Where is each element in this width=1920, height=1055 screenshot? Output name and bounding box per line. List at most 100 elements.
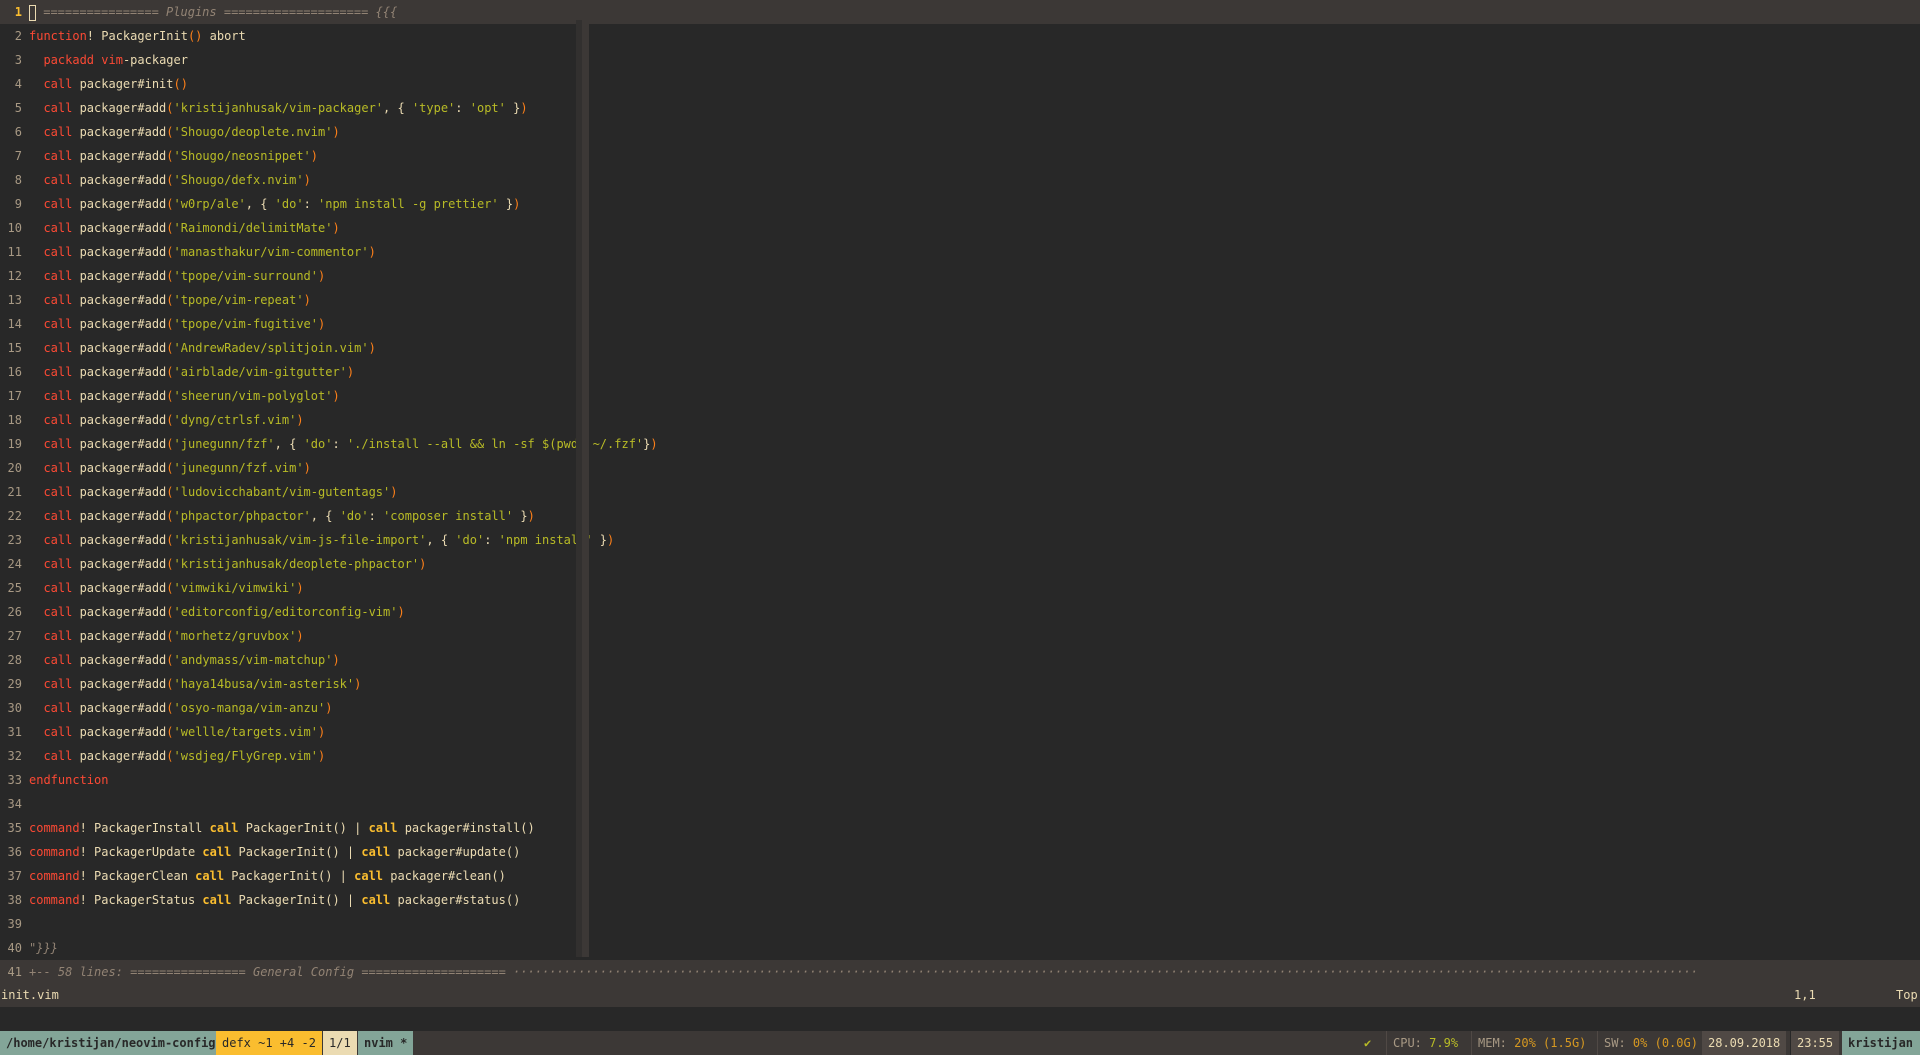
code-token: call [43, 677, 73, 691]
statusline-scroll-indicator: Top [1896, 988, 1918, 1002]
code-line[interactable]: 30 call packager#add('osyo-manga/vim-anz… [0, 696, 1920, 720]
code-token: 'kristijanhusak/deoplete-phpactor' [173, 557, 420, 571]
code-line[interactable]: 24 call packager#add('kristijanhusak/deo… [0, 552, 1920, 576]
code-line[interactable]: 32 call packager#add('wsdjeg/FlyGrep.vim… [0, 744, 1920, 768]
code-line[interactable]: 36 command! PackagerUpdate call PackagerI… [0, 840, 1920, 864]
code-line[interactable]: 18 call packager#add('dyng/ctrlsf.vim') [0, 408, 1920, 432]
tmux-window-nvim[interactable]: nvim * [358, 1031, 414, 1055]
code-line[interactable]: 1 ================ Plugins =============… [0, 0, 1920, 24]
code-token: ) [325, 701, 333, 715]
code-token: PackagerInit() | [238, 821, 369, 835]
tmux-window-defx[interactable]: defx ~1 +4 -2 [216, 1031, 322, 1055]
code-token: call [43, 749, 73, 763]
code-token: ) [332, 221, 340, 235]
code-line[interactable]: 21 call packager#add('ludovicchabant/vim… [0, 480, 1920, 504]
code-line[interactable]: 31 call packager#add('wellle/targets.vim… [0, 720, 1920, 744]
code-line[interactable]: 37 command! PackagerClean call PackagerIn… [0, 864, 1920, 888]
code-line[interactable]: 3 packadd vim-packager [0, 48, 1920, 72]
code-token: 'do' [303, 437, 333, 451]
code-token: call [43, 701, 73, 715]
code-line[interactable]: 4 call packager#init() [0, 72, 1920, 96]
defx-pane[interactable] [582, 20, 589, 957]
code-line[interactable]: 22 call packager#add('phpactor/phpactor'… [0, 504, 1920, 528]
line-number: 35 [7, 821, 22, 835]
code-line[interactable]: 19 call packager#add('junegunn/fzf', { '… [0, 432, 1920, 456]
code-line[interactable]: 2 function! PackagerInit() abort [0, 24, 1920, 48]
code-line[interactable]: 16 call packager#add('airblade/vim-gitgu… [0, 360, 1920, 384]
code-token: command [29, 845, 80, 859]
code-line[interactable]: 25 call packager#add('vimwiki/vimwiki') [0, 576, 1920, 600]
code-line[interactable]: 13 call packager#add('tpope/vim-repeat') [0, 288, 1920, 312]
code-token: ( [166, 365, 174, 379]
code-line[interactable]: 17 call packager#add('sheerun/vim-polygl… [0, 384, 1920, 408]
code-line[interactable]: 33 endfunction [0, 768, 1920, 792]
line-number: 26 [7, 605, 22, 619]
code-token: call [43, 533, 73, 547]
code-token: 'npm install -g prettier' [318, 197, 499, 211]
code-token: , { [426, 533, 456, 547]
code-line[interactable]: 7 call packager#add('Shougo/neosnippet') [0, 144, 1920, 168]
code-token: packager#add [72, 485, 167, 499]
line-number: 28 [7, 653, 22, 667]
code-line[interactable]: 27 call packager#add('morhetz/gruvbox') [0, 624, 1920, 648]
code-token: ( [166, 509, 174, 523]
line-number: 6 [14, 125, 22, 139]
fold-line[interactable]: 41 +-- 58 lines: ================ General… [0, 960, 1920, 984]
code-token: packager#add [72, 677, 167, 691]
code-line[interactable]: 8 call packager#add('Shougo/defx.nvim') [0, 168, 1920, 192]
mem-value: 20% (1.5G) [1514, 1036, 1587, 1050]
code-token: ) [303, 461, 311, 475]
code-token: 'sheerun/vim-polyglot' [173, 389, 333, 403]
code-line[interactable]: 9 call packager#add('w0rp/ale', { 'do': … [0, 192, 1920, 216]
code-line[interactable]: 5 call packager#add('kristijanhusak/vim-… [0, 96, 1920, 120]
code-token: ) [650, 437, 658, 451]
line-text: command! PackagerStatus call PackagerIni… [29, 888, 520, 912]
code-token: packager#add [72, 173, 167, 187]
code-line[interactable]: 23 call packager#add('kristijanhusak/vim… [0, 528, 1920, 552]
editor-buffer[interactable]: 1 ================ Plugins =============… [0, 0, 1920, 984]
swap-value: 0% (0.0G) [1632, 1036, 1698, 1050]
code-token: packager#init [72, 77, 174, 91]
code-line[interactable]: 35 command! PackagerInstall call Packager… [0, 816, 1920, 840]
code-line[interactable]: 12 call packager#add('tpope/vim-surround… [0, 264, 1920, 288]
code-line[interactable]: 28 call packager#add('andymass/vim-match… [0, 648, 1920, 672]
code-line[interactable]: 11 call packager#add('manasthakur/vim-co… [0, 240, 1920, 264]
code-token: } [505, 101, 521, 115]
code-line[interactable]: 14 call packager#add('tpope/vim-fugitive… [0, 312, 1920, 336]
code-line[interactable]: 38 command! PackagerStatus call PackagerI… [0, 888, 1920, 912]
code-token: ) [527, 509, 535, 523]
code-token: ( [166, 653, 174, 667]
code-token: } [513, 509, 528, 523]
code-token: call [195, 869, 225, 883]
code-line[interactable]: 26 call packager#add('editorconfig/edito… [0, 600, 1920, 624]
code-token: ) [513, 197, 521, 211]
code-line[interactable]: 39 [0, 912, 1920, 936]
code-line[interactable]: 29 call packager#add('haya14busa/vim-ast… [0, 672, 1920, 696]
code-line[interactable]: 20 call packager#add('junegunn/fzf.vim') [0, 456, 1920, 480]
line-text: call packager#init() [29, 72, 188, 96]
command-line[interactable] [0, 1007, 1920, 1031]
line-text: command! PackagerInstall call PackagerIn… [29, 816, 535, 840]
code-line[interactable]: 6 call packager#add('Shougo/deoplete.nvi… [0, 120, 1920, 144]
code-token: ( [166, 125, 174, 139]
code-token: ( [166, 245, 174, 259]
code-token: () [187, 29, 203, 43]
code-token: abort [202, 29, 246, 43]
code-token: endfunction [29, 773, 109, 787]
code-line[interactable]: 40 "}}} [0, 936, 1920, 960]
code-token: packager#add [72, 509, 167, 523]
code-token: 'Shougo/deoplete.nvim' [173, 125, 333, 139]
code-token: call [43, 653, 73, 667]
code-line[interactable]: 15 call packager#add('AndrewRadev/splitj… [0, 336, 1920, 360]
code-token: ) [368, 245, 376, 259]
code-token: 'haya14busa/vim-asterisk' [173, 677, 355, 691]
line-text: call packager#add('ludovicchabant/vim-gu… [29, 480, 397, 504]
code-line[interactable]: 34 [0, 792, 1920, 816]
code-token: ! PackagerUpdate [79, 845, 203, 859]
code-line[interactable]: 10 call packager#add('Raimondi/delimitMa… [0, 216, 1920, 240]
